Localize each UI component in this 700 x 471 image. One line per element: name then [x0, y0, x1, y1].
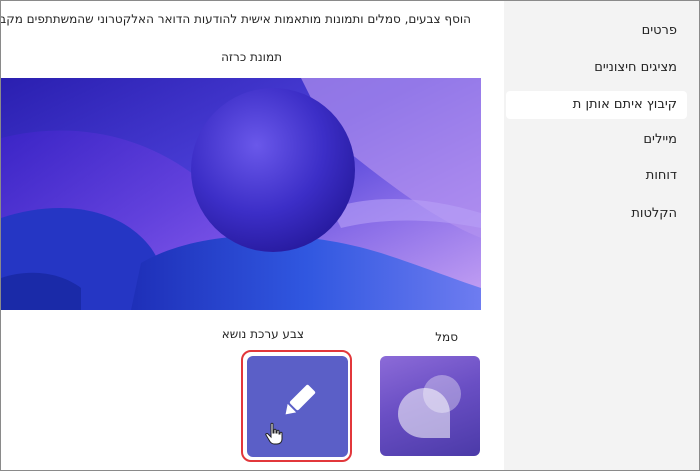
sidebar: פרטים מציגים חיצוניים קיבוץ איתם אותן ת …	[504, 1, 699, 470]
main-panel: הוסף צבעים, סמלים ותמונות מותאמות אישית …	[1, 1, 504, 470]
sidebar-item-customize[interactable]: קיבוץ איתם אותן ת	[506, 91, 687, 119]
cover-artwork	[1, 78, 481, 310]
cover-image[interactable]	[1, 78, 481, 310]
cover-image-label: תמונת כרזה	[221, 50, 282, 64]
sidebar-item-external-presenters[interactable]: מציגים חיצוניים	[594, 60, 677, 75]
sidebar-item-emails[interactable]: מיילים	[643, 132, 677, 147]
logo-tile[interactable]	[380, 356, 480, 456]
theme-tile-highlight	[241, 350, 352, 462]
logo-label: סמל	[435, 330, 458, 344]
sidebar-item-reports[interactable]: דוחות	[646, 168, 677, 183]
sidebar-item-details[interactable]: פרטים	[642, 23, 677, 38]
teams-bubbles-icon	[398, 375, 461, 438]
theme-color-label: צבע ערכת נושא	[221, 327, 304, 341]
settings-window: הוסף צבעים, סמלים ותמונות מותאמות אישית …	[0, 0, 700, 471]
sidebar-item-recordings[interactable]: הקלטות	[631, 206, 677, 221]
customization-description: הוסף צבעים, סמלים ותמונות מותאמות אישית …	[1, 12, 471, 26]
